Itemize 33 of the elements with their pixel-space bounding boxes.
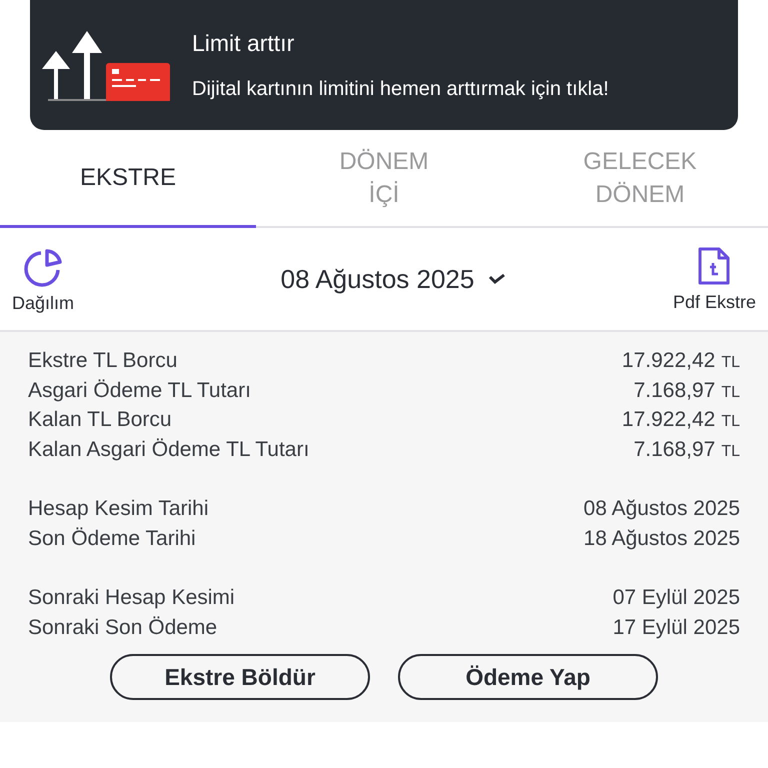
action-button[interactable]: Ekstre Böldür — [110, 654, 370, 700]
action-button[interactable]: Ödeme Yap — [398, 654, 658, 700]
distribution-button[interactable]: Dağılım — [12, 242, 74, 316]
row-value: 7.168,97 — [634, 378, 716, 404]
limit-increase-icon — [40, 29, 170, 101]
row-value: 17.922,42 — [622, 407, 716, 433]
row-value: 17.922,42 — [622, 348, 716, 374]
row-value: 08 Ağustos 2025 — [584, 496, 740, 522]
row-label: Asgari Ödeme TL Tutarı — [28, 378, 251, 404]
row-label: Kalan TL Borcu — [28, 407, 172, 433]
pie-chart-icon — [23, 248, 63, 288]
row-value: 07 Eylül 2025 — [612, 585, 740, 611]
currency-label: TL — [721, 412, 740, 432]
document-icon — [697, 246, 732, 284]
row-value: 7.168,97 — [634, 436, 716, 462]
row-label: Hesap Kesim Tarihi — [28, 496, 209, 522]
promo-banner[interactable]: Limit arttır Dijital kartının limitini hemen arttırmak için tıkla! — [30, 0, 738, 130]
row-value: 18 Ağustos 2025 — [584, 526, 740, 552]
date-selector[interactable]: 08 Ağustos 2025 — [280, 260, 506, 298]
chevron-down-icon — [488, 273, 506, 285]
banner-text: Dijital kartının limitini hemen arttırmak için tıkla! — [192, 77, 609, 102]
tab[interactable]: EKSTRE — [0, 130, 256, 228]
currency-label: TL — [721, 353, 740, 373]
currency-label: TL — [721, 442, 740, 462]
row-label: Son Ödeme Tarihi — [28, 526, 196, 552]
pdf-statement-button[interactable]: Pdf Ekstre — [672, 242, 756, 316]
row-value: 17 Eylül 2025 — [612, 614, 740, 640]
row-label: Kalan Asgari Ödeme TL Tutarı — [28, 436, 310, 462]
row-label: Sonraki Son Ödeme — [28, 614, 218, 640]
row-label: Sonraki Hesap Kesimi — [28, 585, 235, 611]
row-label: Ekstre TL Borcu — [28, 348, 178, 374]
currency-label: TL — [721, 382, 740, 402]
banner-title: Limit arttır — [192, 28, 296, 58]
